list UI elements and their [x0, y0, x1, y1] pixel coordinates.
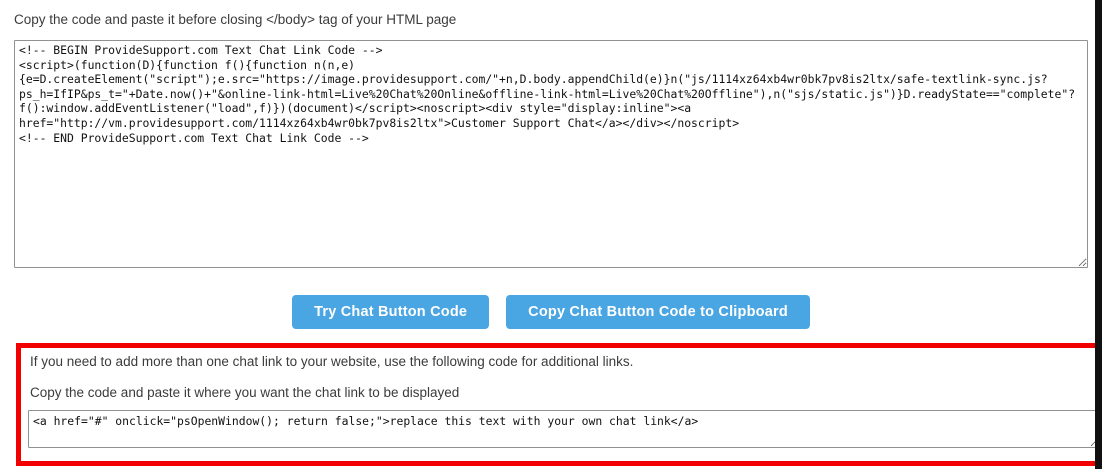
copy-chat-button-code-button[interactable]: Copy Chat Button Code to Clipboard	[506, 295, 810, 329]
additional-links-section: If you need to add more than one chat li…	[16, 343, 1102, 466]
additional-chat-link-textarea[interactable]: <a href="#" onclick="psOpenWindow(); ret…	[28, 410, 1100, 448]
try-chat-button-code-button[interactable]: Try Chat Button Code	[292, 295, 489, 329]
additional-links-note: If you need to add more than one chat li…	[30, 353, 1098, 370]
paste-location-instruction: Copy the code and paste it where you wan…	[30, 384, 1098, 401]
chat-link-code-textarea[interactable]: <!-- BEGIN ProvideSupport.com Text Chat …	[14, 40, 1088, 268]
button-row: Try Chat Button Code Copy Chat Button Co…	[14, 295, 1088, 329]
embed-instruction-text: Copy the code and paste it before closin…	[14, 10, 1081, 29]
chat-code-page: Copy the code and paste it before closin…	[0, 0, 1095, 469]
window-edge-strip	[1095, 0, 1102, 469]
